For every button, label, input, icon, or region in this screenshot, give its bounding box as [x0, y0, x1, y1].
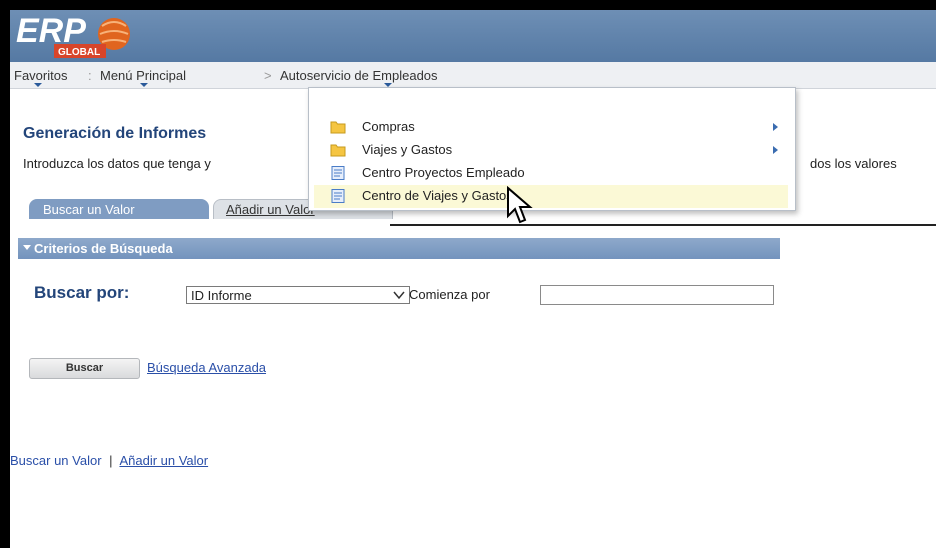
advanced-search-link[interactable]: Búsqueda Avanzada: [147, 360, 266, 375]
instructions-right: dos los valores: [810, 156, 897, 171]
tab-divider: [390, 224, 936, 226]
search-by-value: ID Informe: [191, 288, 252, 303]
instructions-left: Introduzca los datos que tenga y: [23, 156, 211, 171]
submenu-arrow-icon: [773, 146, 778, 154]
menu-item-centro-viajes-gastos[interactable]: Centro de Viajes y Gastos: [314, 185, 788, 208]
menu-item-viajes-gastos[interactable]: Viajes y Gastos: [314, 139, 788, 162]
search-by-select[interactable]: ID Informe: [186, 286, 410, 304]
header-banner: ERP GLOBAL: [10, 10, 936, 62]
search-by-label: Buscar por:: [34, 283, 130, 302]
footer-links: Buscar un Valor | Añadir un Valor: [10, 453, 208, 468]
document-icon: [331, 166, 345, 180]
navigation-bar: Favoritos : Menú Principal > Autoservici…: [10, 62, 936, 89]
chevron-down-icon: [140, 83, 148, 87]
folder-icon: [330, 121, 346, 134]
search-criteria-label: Criterios de Búsqueda: [34, 241, 173, 256]
mouse-pointer-icon: [507, 186, 533, 224]
nav-separator: :: [88, 68, 92, 83]
footer-separator: |: [109, 453, 113, 468]
svg-text:GLOBAL: GLOBAL: [58, 47, 100, 58]
collapse-triangle-icon: [23, 245, 31, 250]
tab-add-value-label: Añadir un Valor: [226, 202, 315, 217]
employee-self-service-dropdown: Compras Viajes y Gastos Centro Proyectos…: [308, 87, 796, 211]
page-title: Generación de Informes: [23, 125, 207, 142]
chevron-down-icon: [34, 83, 42, 87]
begins-with-label: Comienza por: [409, 287, 490, 302]
erp-global-logo: ERP GLOBAL: [16, 12, 130, 58]
nav-breadcrumb-separator: >: [264, 68, 272, 83]
tab-search-value[interactable]: Buscar un Valor: [29, 199, 209, 219]
footer-add-link[interactable]: Añadir un Valor: [119, 453, 208, 468]
menu-item-centro-proyectos[interactable]: Centro Proyectos Empleado: [314, 162, 788, 185]
nav-favorites[interactable]: Favoritos: [14, 68, 67, 83]
menu-item-label: Centro Proyectos Empleado: [362, 165, 525, 180]
search-criteria-header[interactable]: Criterios de Búsqueda: [18, 238, 780, 259]
app-window: ERP GLOBAL Favoritos : Menú Principal > …: [10, 10, 936, 548]
search-button[interactable]: Buscar: [29, 358, 140, 379]
menu-item-label: Viajes y Gastos: [362, 142, 453, 157]
nav-main-menu[interactable]: Menú Principal: [100, 68, 186, 83]
footer-search-link[interactable]: Buscar un Valor: [10, 453, 102, 468]
nav-employee-self-service[interactable]: Autoservicio de Empleados: [280, 68, 438, 83]
chevron-down-icon: [393, 291, 405, 300]
submenu-arrow-icon: [773, 123, 778, 131]
menu-item-label: Compras: [362, 119, 415, 134]
menu-item-label: Centro de Viajes y Gastos: [362, 188, 513, 203]
folder-icon: [330, 144, 346, 157]
menu-item-compras[interactable]: Compras: [314, 116, 788, 139]
document-icon: [331, 189, 345, 203]
begins-with-input[interactable]: [540, 285, 774, 305]
